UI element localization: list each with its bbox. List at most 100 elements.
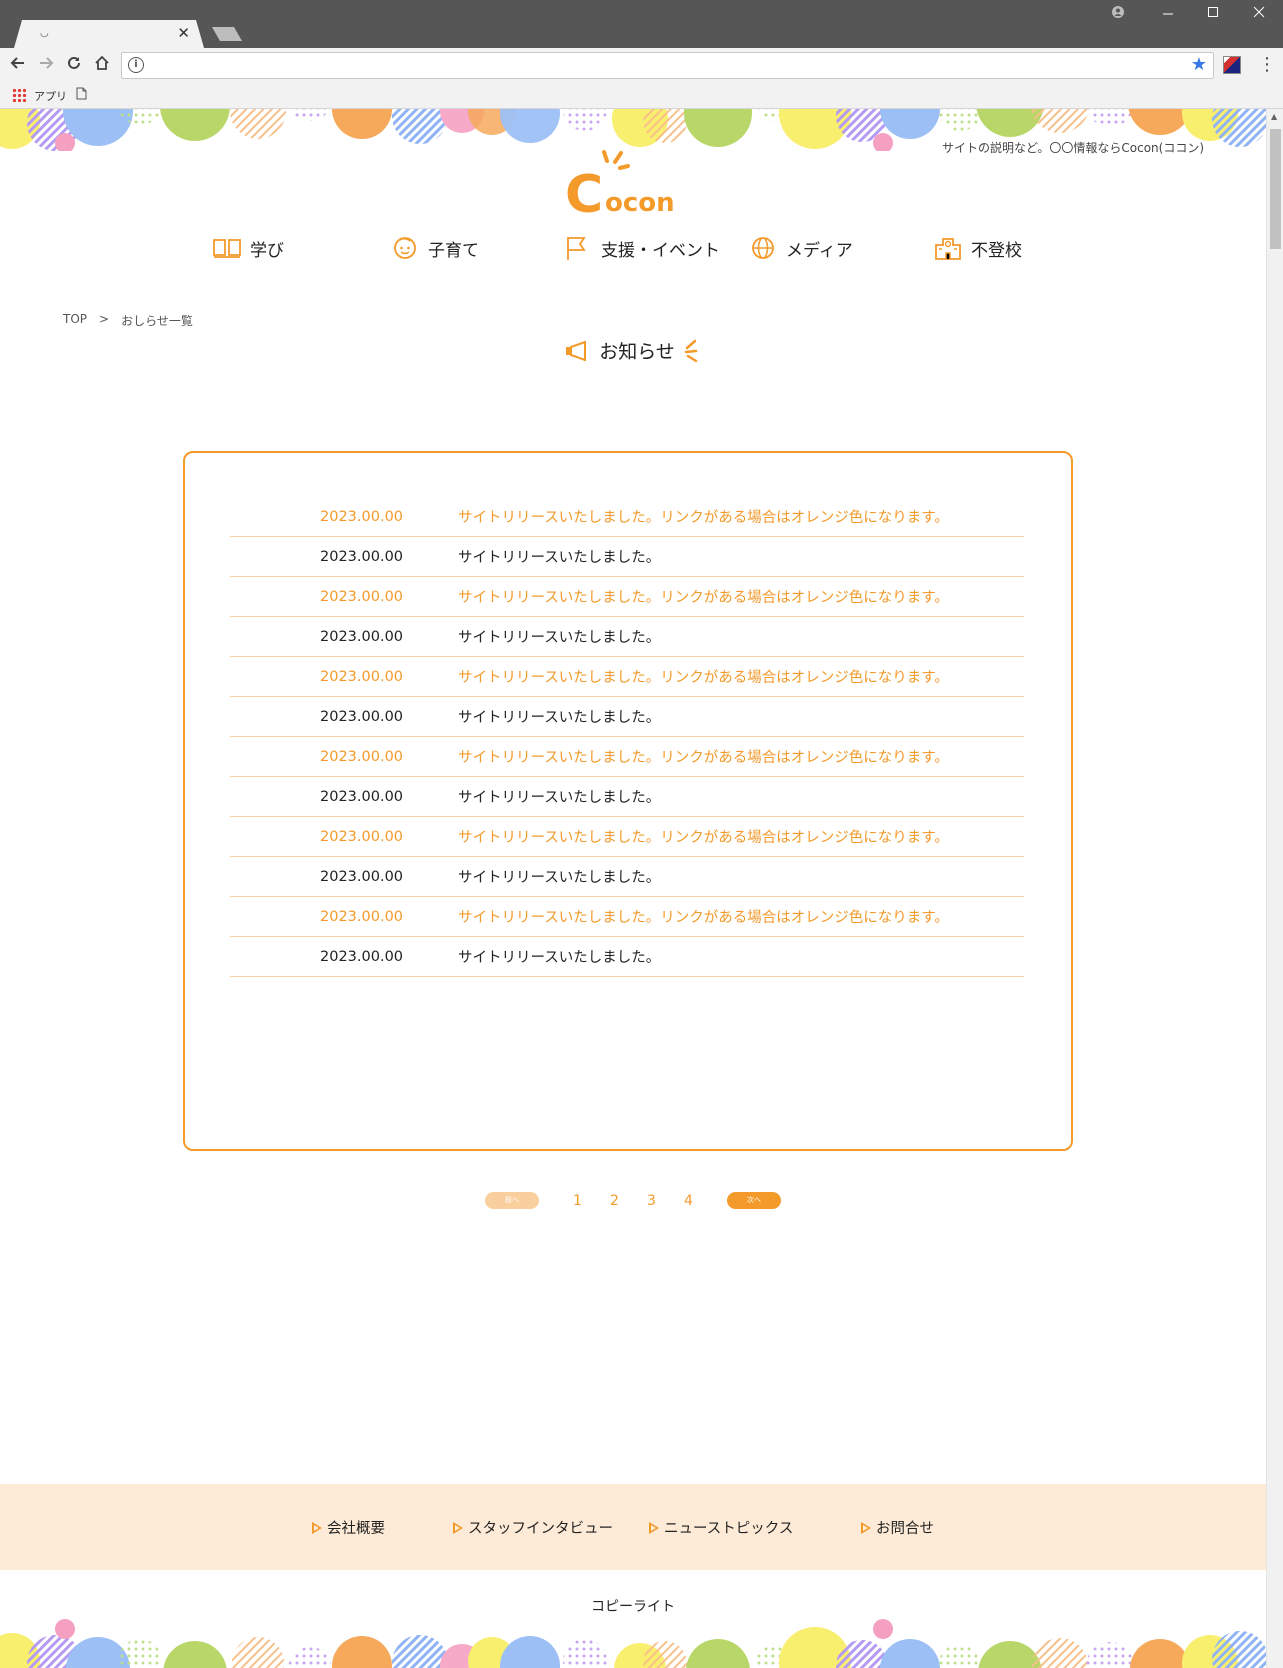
cocon-logo[interactable]: C ocon: [565, 149, 685, 219]
minimize-icon[interactable]: [1162, 6, 1174, 22]
news-title[interactable]: サイトリリースいたしました。リンクがある場合はオレンジ色になります。: [458, 826, 1024, 847]
nav-label: メディア: [786, 240, 853, 261]
news-row[interactable]: 2023.00.00 サイトリリースいたしました。リンクがある場合はオレンジ色にな…: [230, 657, 1024, 697]
page-title-text: お知らせ: [599, 341, 675, 363]
news-title[interactable]: サイトリリースいたしました。リンクがある場合はオレンジ色になります。: [458, 506, 1024, 527]
footer-link-company[interactable]: 会社概要: [312, 1517, 385, 1538]
new-tab-button[interactable]: [212, 27, 242, 41]
news-date: 2023.00.00: [320, 628, 404, 645]
maximize-icon[interactable]: [1207, 6, 1219, 22]
pagination: 前へ 1 2 3 4 次へ: [0, 1192, 1266, 1209]
nav-item-shien-event[interactable]: 支援・イベント: [563, 235, 720, 261]
browser-menu-icon[interactable]: ⋮: [1258, 54, 1276, 75]
news-row[interactable]: 2023.00.00 サイトリリースいたしました。リンクがある場合はオレンジ色にな…: [230, 497, 1024, 537]
news-row: 2023.00.00 サイトリリースいたしました。: [230, 537, 1024, 577]
news-title[interactable]: サイトリリースいたしました。リンクがある場合はオレンジ色になります。: [458, 586, 1024, 607]
news-date: 2023.00.00: [320, 548, 404, 565]
browser-tab[interactable]: ◡ ✕: [14, 20, 204, 48]
scrollbar-thumb[interactable]: [1270, 129, 1281, 249]
footer-link-staff-interview[interactable]: スタッフインタビュー: [453, 1517, 613, 1538]
site-info-icon[interactable]: i: [128, 57, 144, 73]
triangle-right-icon: [453, 1521, 463, 1534]
nav-label: 子育て: [428, 240, 479, 261]
news-date: 2023.00.00: [320, 908, 404, 925]
nav-item-futoko[interactable]: 不登校: [933, 235, 1022, 261]
copyright: コピーライト: [591, 1599, 675, 1615]
triangle-right-icon: [312, 1521, 322, 1534]
breadcrumb-top-link[interactable]: TOP: [63, 312, 87, 329]
pagination-page-1[interactable]: 1: [559, 1193, 596, 1209]
news-date: 2023.00.00: [320, 948, 404, 965]
news-row[interactable]: 2023.00.00 サイトリリースいたしました。リンクがある場合はオレンジ色にな…: [230, 737, 1024, 777]
news-date: 2023.00.00: [320, 508, 404, 525]
pagination-page-4[interactable]: 4: [670, 1193, 707, 1209]
forward-arrow-icon[interactable]: [37, 54, 55, 77]
news-title: サイトリリースいたしました。: [458, 950, 661, 966]
scroll-up-arrow-icon[interactable]: ▲: [1271, 112, 1277, 121]
child-face-icon: [394, 237, 416, 259]
back-arrow-icon[interactable]: [9, 54, 27, 77]
news-row: 2023.00.00 サイトリリースいたしました。: [230, 697, 1024, 737]
megaphone-icon: [566, 340, 587, 361]
footer-links-band: 会社概要 スタッフインタビュー ニューストピックス お問合せ: [0, 1484, 1266, 1570]
triangle-right-icon: [861, 1521, 871, 1534]
pagination-next-button[interactable]: 次へ: [727, 1192, 781, 1209]
footer-link-label: スタッフインタビュー: [468, 1521, 613, 1537]
news-row[interactable]: 2023.00.00 サイトリリースいたしました。リンクがある場合はオレンジ色にな…: [230, 897, 1024, 937]
flag-icon: [567, 237, 586, 260]
extension-icon[interactable]: [1223, 56, 1241, 74]
footer-link-contact[interactable]: お問合せ: [861, 1517, 934, 1538]
news-date: 2023.00.00: [320, 828, 404, 845]
news-title[interactable]: サイトリリースいたしました。リンクがある場合はオレンジ色になります。: [458, 666, 1024, 687]
news-row: 2023.00.00 サイトリリースいたしました。: [230, 937, 1024, 977]
tab-close-icon[interactable]: ✕: [177, 24, 190, 42]
footer-link-news-topics[interactable]: ニューストピックス: [649, 1517, 793, 1538]
news-title[interactable]: サイトリリースいたしました。リンクがある場合はオレンジ色になります。: [458, 746, 1024, 767]
news-list-box: 2023.00.00 サイトリリースいたしました。リンクがある場合はオレンジ色にな…: [183, 451, 1073, 1151]
page-title: お知らせ: [0, 337, 1266, 364]
bookmark-star-icon[interactable]: ★: [1191, 54, 1207, 75]
bookmark-page-icon[interactable]: [76, 87, 87, 103]
nav-label: 不登校: [971, 240, 1022, 261]
browser-titlebar: ◡ ✕: [0, 0, 1283, 48]
news-date: 2023.00.00: [320, 708, 404, 725]
pagination-page-3[interactable]: 3: [633, 1193, 670, 1209]
bookmark-apps[interactable]: アプリ: [34, 88, 67, 104]
footer-link-label: 会社概要: [327, 1521, 385, 1537]
footer-link-label: ニューストピックス: [664, 1521, 794, 1537]
browser-toolbar: i ★ ⋮: [0, 48, 1283, 84]
site-tagline: サイトの説明など。〇〇情報ならCocon(ココン): [941, 141, 1204, 155]
page-scrollbar[interactable]: ▲: [1266, 109, 1283, 1668]
triangle-right-icon: [649, 1521, 659, 1534]
news-title: サイトリリースいたしました。: [458, 630, 661, 646]
home-icon[interactable]: [93, 54, 111, 77]
book-icon: [213, 239, 241, 258]
news-title: サイトリリースいたしました。: [458, 550, 661, 566]
news-title: サイトリリースいたしました。: [458, 870, 661, 886]
pagination-prev-button[interactable]: 前へ: [485, 1192, 539, 1209]
nav-item-manabi[interactable]: 学び: [212, 235, 284, 261]
breadcrumb-current: おしらせ一覧: [121, 314, 193, 328]
news-row[interactable]: 2023.00.00 サイトリリースいたしました。リンクがある場合はオレンジ色にな…: [230, 577, 1024, 617]
news-row[interactable]: 2023.00.00 サイトリリースいたしました。リンクがある場合はオレンジ色にな…: [230, 817, 1024, 857]
nav-item-media[interactable]: メディア: [748, 235, 853, 261]
main-navigation: 学び 子育て 支援・イベント メディア 不登校: [0, 229, 1266, 269]
sparkle-lines-icon: [684, 339, 698, 362]
svg-text:ocon: ocon: [605, 188, 675, 218]
profile-icon[interactable]: [1112, 6, 1124, 22]
news-row: 2023.00.00 サイトリリースいたしました。: [230, 857, 1024, 897]
news-date: 2023.00.00: [320, 868, 404, 885]
news-title[interactable]: サイトリリースいたしました。リンクがある場合はオレンジ色になります。: [458, 906, 1024, 927]
news-row: 2023.00.00 サイトリリースいたしました。: [230, 777, 1024, 817]
footer-link-label: お問合せ: [876, 1521, 934, 1537]
news-list: 2023.00.00 サイトリリースいたしました。リンクがある場合はオレンジ色にな…: [230, 497, 1024, 977]
reload-icon[interactable]: [65, 54, 83, 77]
nav-item-kosodate[interactable]: 子育て: [390, 235, 479, 261]
address-bar[interactable]: i ★: [121, 52, 1214, 79]
pagination-page-2[interactable]: 2: [596, 1193, 633, 1209]
globe-icon: [752, 237, 774, 259]
breadcrumb-separator: >: [99, 312, 110, 326]
news-row: 2023.00.00 サイトリリースいたしました。: [230, 617, 1024, 657]
apps-grid-icon[interactable]: [12, 88, 26, 102]
close-window-icon[interactable]: [1253, 6, 1265, 22]
